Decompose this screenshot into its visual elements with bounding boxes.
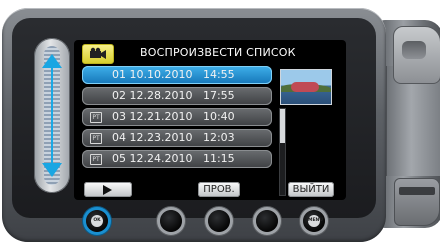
hinge-bottom-cap <box>394 178 440 226</box>
arrow-up-icon[interactable] <box>42 54 62 68</box>
hinge-notch <box>399 187 435 195</box>
list-item-label: 05 12.24.2010 11:15 <box>112 152 235 165</box>
list-item[interactable]: PT 04 12.23.2010 12:03 <box>82 129 272 147</box>
thumbnail-subject <box>291 82 319 92</box>
list-item[interactable]: 01 10.10.2010 14:55 <box>82 66 272 84</box>
playlist-mark-icon: PT <box>90 133 102 144</box>
preview-button[interactable]: ПРОВ. <box>198 182 240 197</box>
hardware-button-2[interactable] <box>160 210 182 232</box>
play-icon <box>103 185 112 195</box>
playlist-mark-icon: PT <box>90 112 102 123</box>
menu-button[interactable]: MENU <box>303 210 325 232</box>
camcorder-lcd: ВОСПРОИЗВЕСТИ СПИСОК 01 10.10.2010 14:55… <box>0 0 440 244</box>
page-title: ВОСПРОИЗВЕСТИ СПИСОК <box>140 46 296 59</box>
ok-button[interactable]: OK <box>86 210 108 232</box>
lcd-screen: ВОСПРОИЗВЕСТИ СПИСОК 01 10.10.2010 14:55… <box>74 40 346 200</box>
scrollbar-thumb[interactable] <box>280 109 285 143</box>
arrow-down-icon[interactable] <box>42 163 62 177</box>
list-item-label: 04 12.23.2010 12:03 <box>112 131 235 144</box>
list-item[interactable]: PT 05 12.24.2010 11:15 <box>82 150 272 168</box>
slider-control[interactable] <box>34 38 70 193</box>
list-item-label: 01 10.10.2010 14:55 <box>112 68 235 81</box>
video-camera-icon <box>82 44 114 64</box>
hinge-slot <box>402 41 426 59</box>
video-thumbnail <box>280 69 332 105</box>
playlist-mark-icon: PT <box>90 154 102 165</box>
list-item-label: 03 12.21.2010 10:40 <box>112 110 235 123</box>
play-button[interactable] <box>84 182 132 197</box>
soft-button-bar: ПРОВ. ВЫЙТИ <box>82 182 344 198</box>
ok-icon: OK <box>91 215 103 227</box>
hinge-top-cap <box>393 26 440 84</box>
hardware-button-4[interactable] <box>256 210 278 232</box>
list-item-label: 02 12.28.2010 17:55 <box>112 89 235 102</box>
hardware-button-3[interactable] <box>208 210 230 232</box>
menu-icon: MENU <box>308 215 323 227</box>
slider-indicator <box>51 64 53 167</box>
list-item[interactable]: PT 03 12.21.2010 10:40 <box>82 108 272 126</box>
exit-button[interactable]: ВЫЙТИ <box>288 182 334 197</box>
list-item[interactable]: 02 12.28.2010 17:55 <box>82 87 272 105</box>
